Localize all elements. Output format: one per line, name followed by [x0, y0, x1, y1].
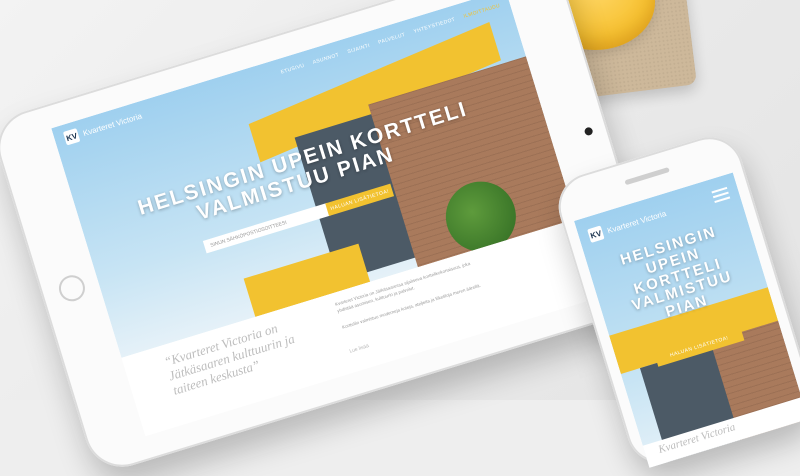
read-more-link[interactable]: Lue lisää	[349, 343, 370, 355]
nav-item-yhteystiedot[interactable]: YHTEYSTIEDOT	[413, 17, 456, 35]
nav-item-asunnot[interactable]: ASUNNOT	[312, 52, 340, 66]
tablet-home-button	[55, 272, 89, 305]
nav-item-etusivu[interactable]: ETUSIVU	[280, 63, 305, 76]
menu-icon[interactable]	[711, 186, 731, 206]
phone-logo-icon[interactable]: KV	[587, 225, 605, 243]
phone-speaker	[624, 167, 670, 186]
nav-item-sijainti[interactable]: SIJAINTI	[347, 43, 371, 56]
logo-text[interactable]: Kvarteret Victoria	[82, 111, 143, 138]
logo-icon[interactable]: KV	[62, 128, 81, 146]
tablet-camera	[583, 126, 594, 137]
nav-item-ilmoittaudu[interactable]: ILMOITTAUDU	[463, 3, 501, 20]
phone-logo-text[interactable]: Kvarteret Victoria	[606, 208, 667, 235]
nav-item-palvelut[interactable]: PALVELUT	[378, 32, 407, 46]
phone-header: KV Kvarteret Victoria	[587, 206, 668, 243]
